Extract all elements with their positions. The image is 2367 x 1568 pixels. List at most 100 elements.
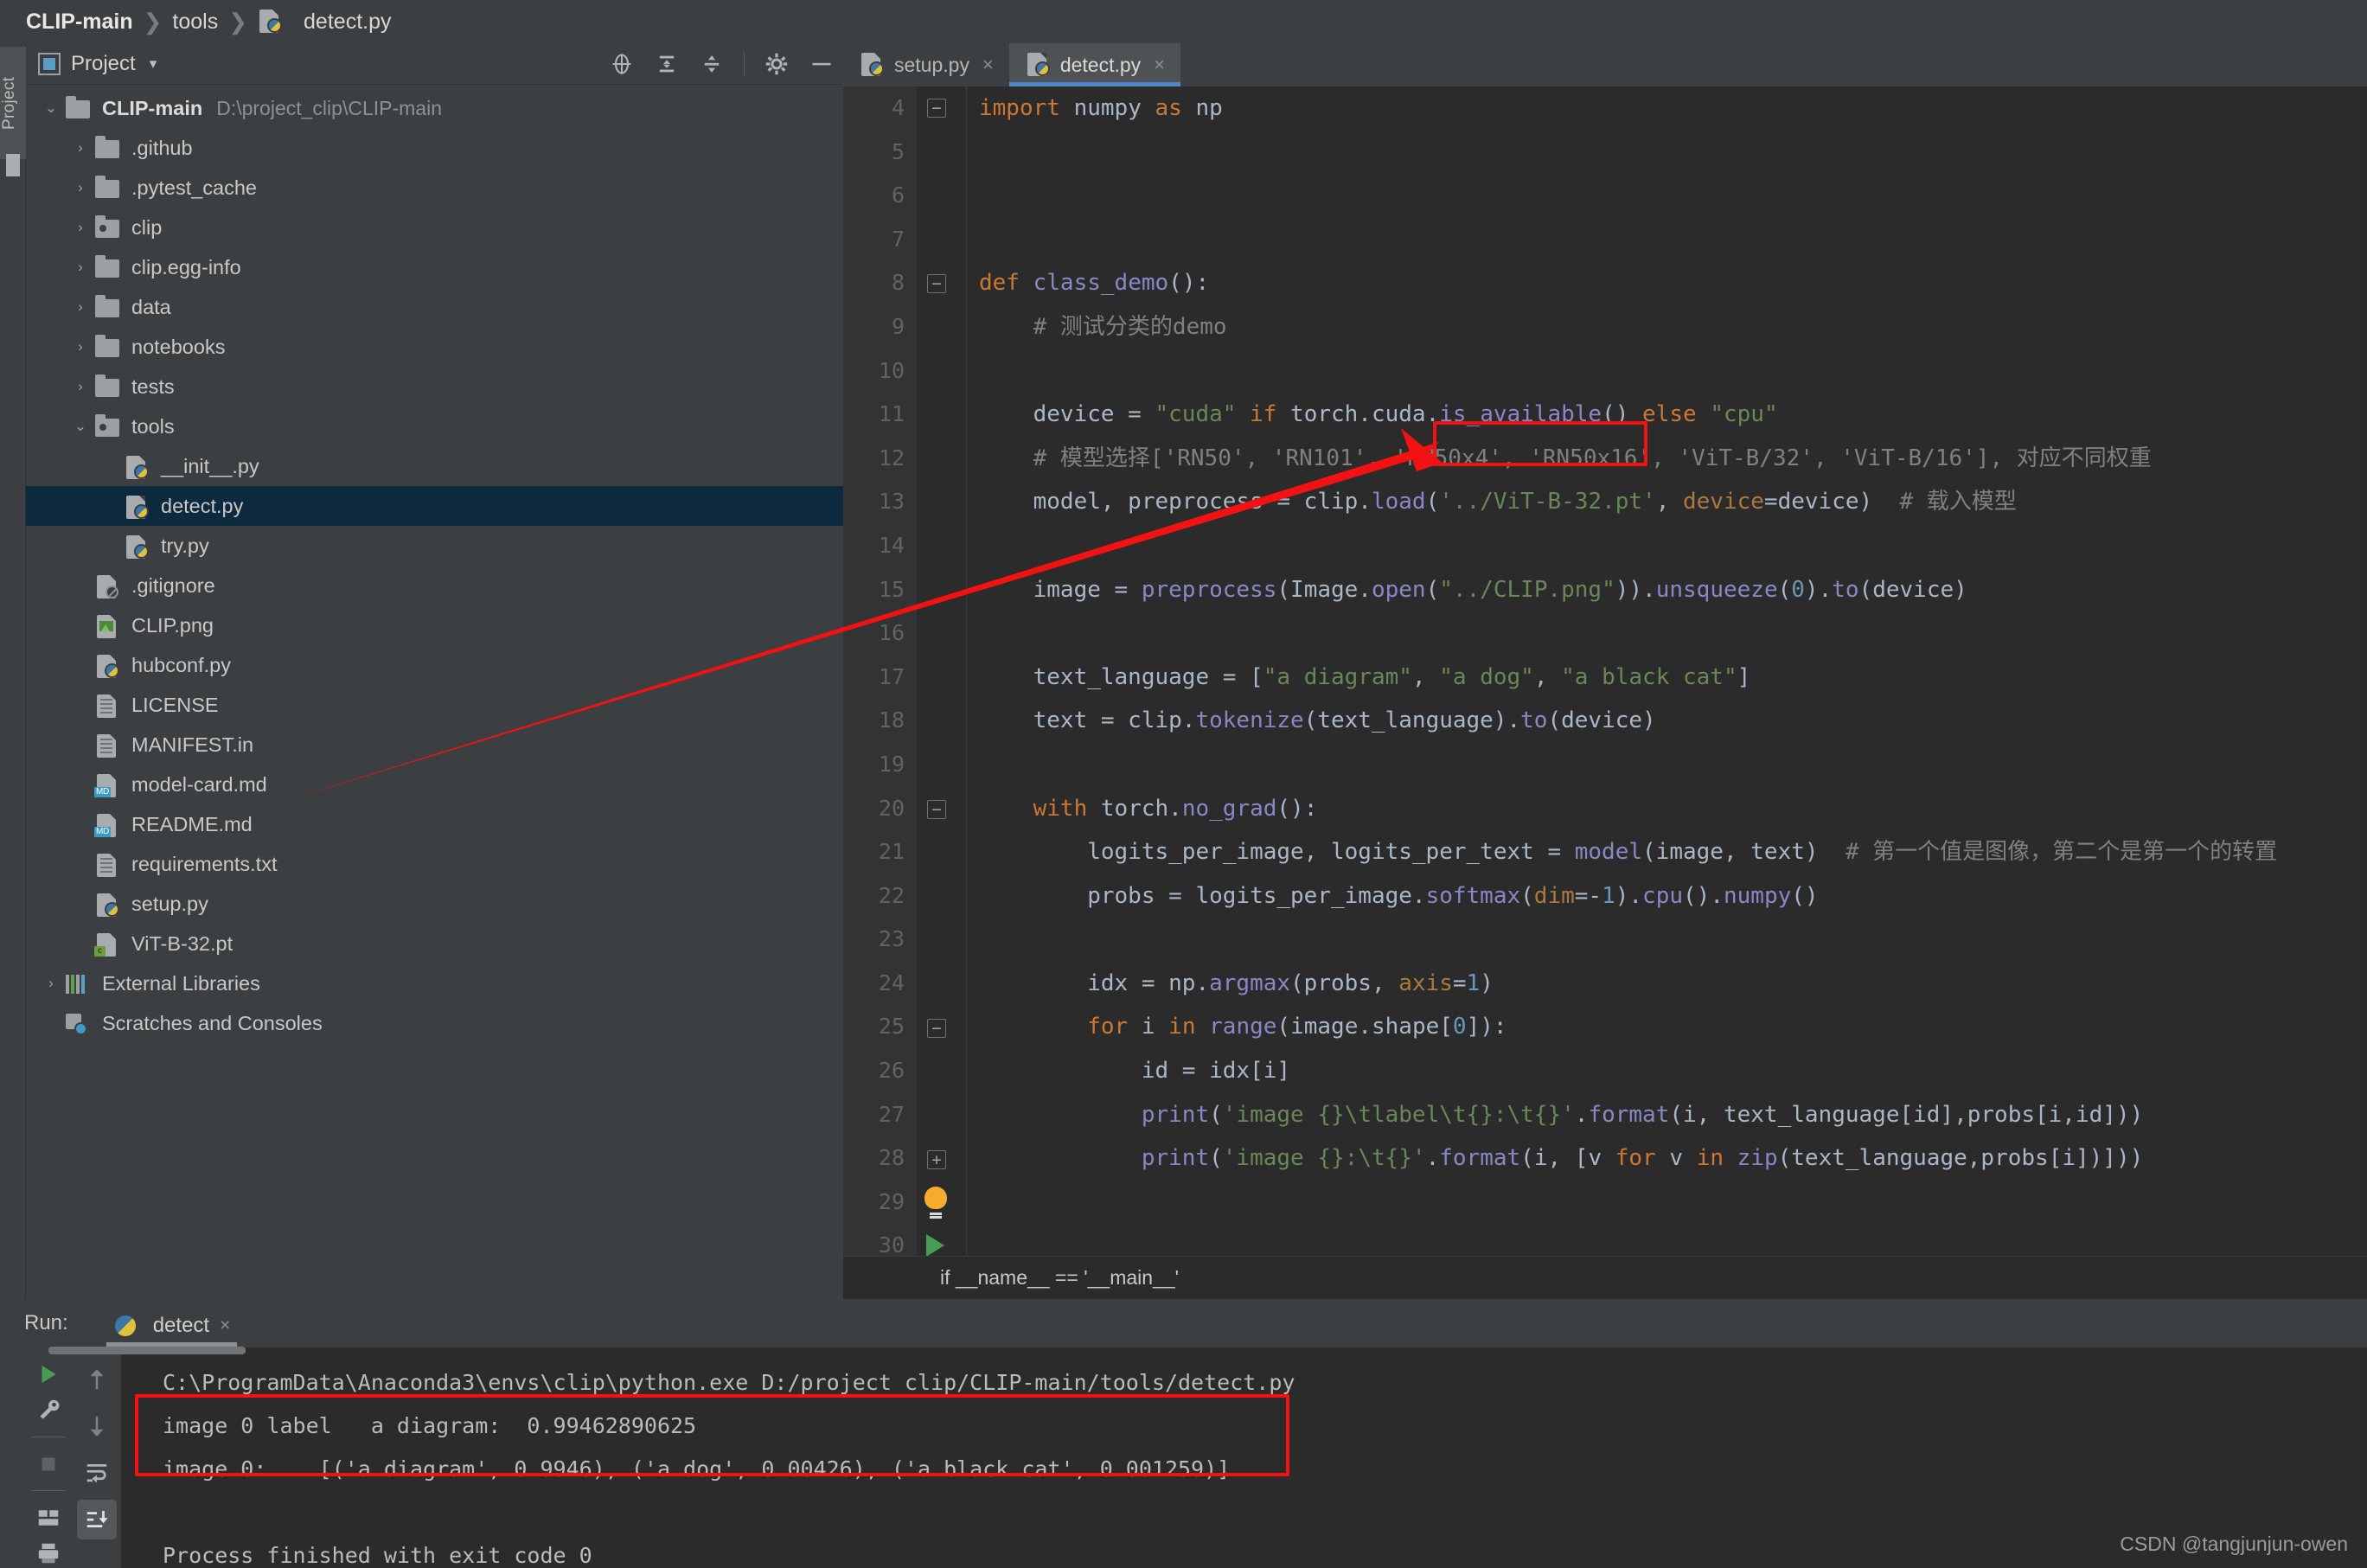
tree-expander-icon[interactable]: · (97, 497, 123, 515)
code-line[interactable]: id = idx[i] (967, 1049, 2367, 1093)
tree-expander-icon[interactable]: › (38, 975, 64, 992)
run-tab-detect[interactable]: detect × (99, 1313, 245, 1347)
tree-item--init-py[interactable]: ·__init__.py (26, 446, 843, 486)
code-line[interactable] (967, 218, 2367, 262)
wrench-icon[interactable] (29, 1396, 68, 1425)
tree-item-clip[interactable]: ›clip (26, 208, 843, 247)
locate-target-icon[interactable] (609, 51, 635, 77)
tree-expander-icon[interactable]: · (67, 895, 93, 912)
close-icon[interactable]: × (1154, 54, 1165, 76)
fold-marker-icon[interactable]: − (927, 99, 946, 118)
tree-expander-icon[interactable]: › (67, 259, 93, 276)
code-line[interactable]: image = preprocess(Image.open("../CLIP.p… (967, 568, 2367, 612)
tree-expander-icon[interactable]: › (67, 139, 93, 157)
editor-tab-setup-py[interactable]: setup.py× (843, 43, 1009, 86)
tree-item--gitignore[interactable]: ·.gitignore (26, 566, 843, 605)
tree-expander-icon[interactable]: · (67, 656, 93, 674)
code-line[interactable]: with torch.no_grad(): (967, 787, 2367, 831)
code-line[interactable]: text_language = ["a diagram", "a dog", "… (967, 656, 2367, 700)
tree-expander-icon[interactable]: · (97, 458, 123, 475)
fold-marker-icon[interactable]: − (927, 274, 946, 293)
code-line[interactable]: text = clip.tokenize(text_language).to(d… (967, 699, 2367, 743)
fold-gutter[interactable] (917, 86, 967, 1256)
code-line[interactable] (967, 524, 2367, 568)
fold-marker-icon[interactable]: − (927, 800, 946, 819)
tree-expander-icon[interactable]: · (67, 776, 93, 793)
collapse-all-icon[interactable] (699, 51, 725, 77)
soft-wrap-icon[interactable] (77, 1453, 117, 1493)
scroll-up-icon[interactable] (77, 1360, 117, 1399)
tree-expander-icon[interactable]: › (67, 179, 93, 196)
code-line[interactable]: idx = np.argmax(probs, axis=1) (967, 962, 2367, 1006)
printer-icon[interactable] (29, 1539, 68, 1568)
tree-expander-icon[interactable]: · (67, 617, 93, 634)
code-line[interactable]: print('image {}\tlabel\t{}:\t{}'.format(… (967, 1093, 2367, 1137)
tree-item-tools[interactable]: ⌄tools (26, 406, 843, 446)
scroll-down-icon[interactable] (77, 1406, 117, 1446)
fold-marker-icon[interactable]: − (927, 1019, 946, 1038)
code-line[interactable]: probs = logits_per_image.softmax(dim=-1)… (967, 874, 2367, 918)
tree-item-notebooks[interactable]: ›notebooks (26, 327, 843, 367)
code-line[interactable]: import numpy as np (967, 86, 2367, 131)
tree-item-vit-b-32-pt[interactable]: ·cViT-B-32.pt (26, 924, 843, 963)
expand-all-icon[interactable] (654, 51, 680, 77)
close-icon[interactable]: × (220, 1315, 230, 1336)
tree-expander-icon[interactable]: › (67, 219, 93, 236)
code-line[interactable] (967, 131, 2367, 175)
code-line[interactable]: print('image {}:\t{}'.format(i, [v for v… (967, 1136, 2367, 1181)
code-line[interactable]: def class_demo(): (967, 261, 2367, 305)
tree-expander-icon[interactable]: · (67, 696, 93, 714)
code-line[interactable] (967, 611, 2367, 656)
tree-expander-icon[interactable]: · (67, 816, 93, 833)
rerun-play-icon[interactable] (29, 1360, 68, 1389)
fold-marker-icon[interactable]: + (927, 1150, 946, 1169)
tree-item--pytest-cache[interactable]: ›.pytest_cache (26, 168, 843, 208)
tree-expander-icon[interactable]: · (67, 577, 93, 594)
code-line[interactable] (967, 743, 2367, 787)
tree-item-try-py[interactable]: ·try.py (26, 526, 843, 566)
layout-icon[interactable] (29, 1503, 68, 1533)
code-area[interactable]: 4567891011121314151617181920212223242526… (843, 86, 2367, 1256)
editor-tab-bar[interactable]: setup.py×detect.py× (843, 43, 2367, 86)
code-line[interactable] (967, 1224, 2367, 1256)
sidebar-tab-project[interactable]: Project (0, 47, 26, 159)
chevron-down-icon[interactable]: ▾ (150, 55, 157, 73)
code-line[interactable] (967, 918, 2367, 962)
hide-panel-icon[interactable] (809, 51, 835, 77)
close-icon[interactable]: × (982, 54, 994, 76)
tree-item-readme-md[interactable]: ·MDREADME.md (26, 804, 843, 844)
code-line[interactable]: # 测试分类的demo (967, 305, 2367, 349)
tree-expander-icon[interactable]: ⌄ (67, 418, 93, 435)
code-line[interactable] (967, 174, 2367, 218)
tree-expander-icon[interactable]: · (67, 855, 93, 873)
tree-item-data[interactable]: ›data (26, 287, 843, 327)
tree-expander-icon[interactable]: · (97, 537, 123, 554)
gear-icon[interactable] (764, 51, 790, 77)
tree-expander-icon[interactable]: · (38, 1014, 64, 1032)
breadcrumb-item-file[interactable]: detect.py (258, 8, 391, 35)
code-line[interactable]: # 模型选择['RN50', 'RN101', 'RN50x4', 'RN50x… (967, 437, 2367, 481)
code-line[interactable] (967, 349, 2367, 394)
tree-item-scratches-and-consoles[interactable]: ·Scratches and Consoles (26, 1003, 843, 1043)
project-tree[interactable]: ⌄CLIP-mainD:\project_clip\CLIP-main›.git… (26, 85, 843, 1299)
tree-item-tests[interactable]: ›tests (26, 367, 843, 406)
tree-item-external-libraries[interactable]: ›External Libraries (26, 963, 843, 1003)
code-line[interactable]: device = "cuda" if torch.cuda.is_availab… (967, 393, 2367, 437)
stop-square-icon[interactable] (29, 1450, 68, 1479)
tree-item-requirements-txt[interactable]: ·requirements.txt (26, 844, 843, 884)
tree-expander-icon[interactable]: · (67, 736, 93, 753)
breadcrumb-item-project[interactable]: CLIP-main (26, 10, 133, 35)
tree-item-license[interactable]: ·LICENSE (26, 685, 843, 725)
tree-item-hubconf-py[interactable]: ·hubconf.py (26, 645, 843, 685)
code-line[interactable]: logits_per_image, logits_per_text = mode… (967, 830, 2367, 874)
code-line[interactable]: for i in range(image.shape[0]): (967, 1005, 2367, 1049)
breadcrumb-item-folder[interactable]: tools (172, 10, 218, 35)
tree-item-setup-py[interactable]: ·setup.py (26, 884, 843, 924)
tree-expander-icon[interactable]: › (67, 338, 93, 355)
tree-expander-icon[interactable]: ⌄ (38, 99, 64, 117)
intention-bulb-icon[interactable] (924, 1187, 947, 1209)
code-line[interactable]: model, preprocess = clip.load('../ViT-B-… (967, 480, 2367, 524)
tree-item-clip-main[interactable]: ⌄CLIP-mainD:\project_clip\CLIP-main (26, 88, 843, 128)
tree-item-detect-py[interactable]: ·detect.py (26, 486, 843, 526)
tree-item-clip-png[interactable]: ·CLIP.png (26, 605, 843, 645)
